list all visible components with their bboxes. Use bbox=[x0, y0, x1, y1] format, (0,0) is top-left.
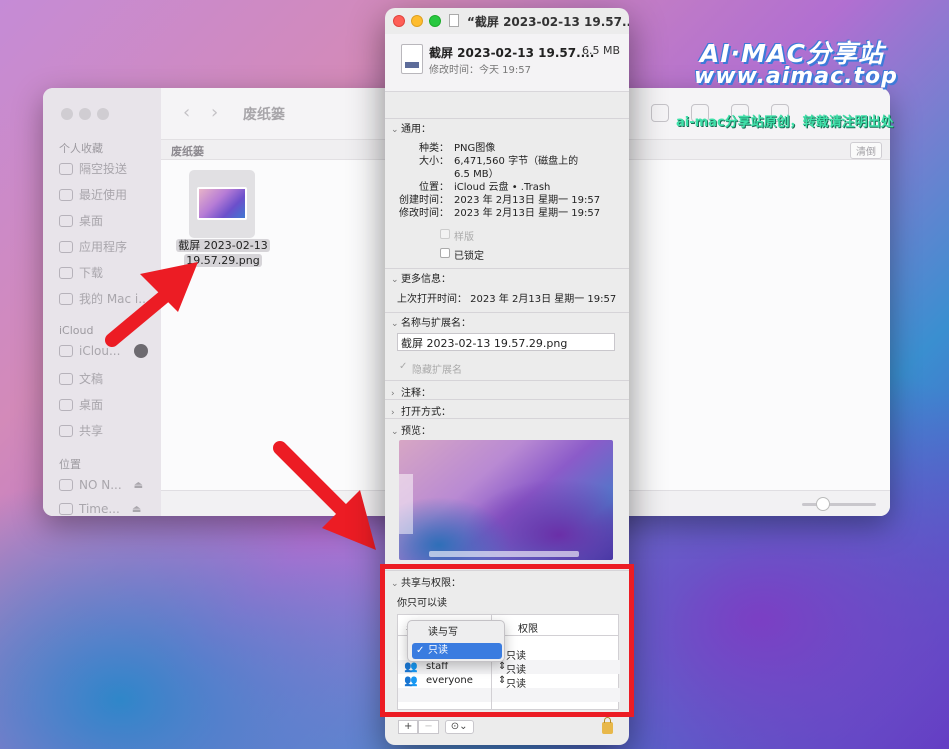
modified-label: 修改时间： bbox=[399, 208, 449, 219]
lock-icon[interactable] bbox=[602, 717, 613, 734]
modified-value: 2023 年 2月13日 星期一 19:57 bbox=[454, 208, 601, 219]
size-label: 大小： bbox=[419, 156, 449, 167]
zoom-button[interactable] bbox=[429, 15, 441, 27]
last-opened: 上次打开时间： 2023 年 2月13日 星期一 19:57 bbox=[397, 294, 617, 305]
chevron-down-icon: ⌄ bbox=[391, 275, 399, 285]
chevron-down-icon: ⌄ bbox=[391, 319, 399, 329]
red-arrow-to-permissions bbox=[273, 441, 376, 550]
info-modified: 修改时间：今天 19:57 bbox=[429, 65, 531, 76]
minimize-button[interactable] bbox=[411, 15, 423, 27]
info-titlebar: “截屏 2023-02-13 19.57.... bbox=[385, 8, 629, 34]
section-more-info bbox=[385, 268, 629, 269]
red-arrow-to-file bbox=[105, 262, 198, 347]
section-comments bbox=[385, 380, 629, 381]
png-file-icon bbox=[401, 44, 423, 74]
chevron-right-icon: › bbox=[391, 389, 395, 399]
hide-ext-label: 隐藏扩展名 bbox=[412, 365, 462, 376]
section-open-with-toggle[interactable]: › 打开方式： bbox=[391, 403, 451, 418]
section-name-ext bbox=[385, 312, 629, 313]
name-input-wrap: 截屏 2023-02-13 19.57.29.png bbox=[385, 333, 629, 353]
name-extension-input[interactable]: 截屏 2023-02-13 19.57.29.png bbox=[397, 333, 615, 351]
section-more-info-toggle[interactable]: ⌄ 更多信息： bbox=[391, 270, 451, 285]
action-menu-button[interactable]: ⊙⌄ bbox=[444, 720, 474, 734]
info-file-name: 截屏 2023-02-13 19.57.... bbox=[429, 46, 595, 60]
locked-checkbox[interactable] bbox=[440, 248, 450, 258]
watermark-note: ai-mac分享站原创，转载请注明出处 bbox=[676, 115, 894, 130]
section-open-with bbox=[385, 399, 629, 400]
info-file-size: 6.5 MB bbox=[581, 44, 620, 57]
section-general bbox=[385, 118, 629, 119]
watermark-url: www.aimac.top bbox=[694, 64, 898, 89]
stationery-checkbox[interactable] bbox=[440, 229, 450, 239]
preview-dock bbox=[429, 551, 579, 557]
hide-ext-check-icon[interactable]: ✓ bbox=[399, 361, 407, 372]
section-name-ext-toggle[interactable]: ⌄ 名称与扩展名： bbox=[391, 314, 471, 329]
remove-button[interactable]: − bbox=[418, 720, 439, 734]
add-button[interactable]: + bbox=[398, 720, 419, 734]
chevron-down-icon: ⌄ bbox=[391, 427, 399, 437]
info-window-title: “截屏 2023-02-13 19.57.... bbox=[467, 15, 629, 29]
info-header: 截屏 2023-02-13 19.57.... 6.5 MB 修改时间：今天 1… bbox=[385, 34, 629, 92]
preview-image bbox=[399, 440, 613, 560]
close-button[interactable] bbox=[393, 15, 405, 27]
section-general-toggle[interactable]: ⌄ 通用： bbox=[391, 120, 431, 135]
highlight-box bbox=[380, 564, 634, 717]
locked-label: 已锁定 bbox=[454, 251, 484, 262]
section-comments-toggle[interactable]: › 注释： bbox=[391, 384, 431, 399]
stationery-label: 样版 bbox=[454, 232, 474, 243]
preview-mini-window bbox=[399, 474, 413, 534]
section-preview bbox=[385, 418, 629, 419]
file-proxy-icon[interactable] bbox=[449, 14, 459, 27]
permissions-buttons: + − ⊙⌄ bbox=[398, 720, 474, 736]
chevron-down-icon: ⌄ bbox=[391, 125, 399, 135]
chevron-right-icon: › bbox=[391, 408, 395, 418]
section-preview-toggle[interactable]: ⌄ 预览： bbox=[391, 422, 431, 437]
